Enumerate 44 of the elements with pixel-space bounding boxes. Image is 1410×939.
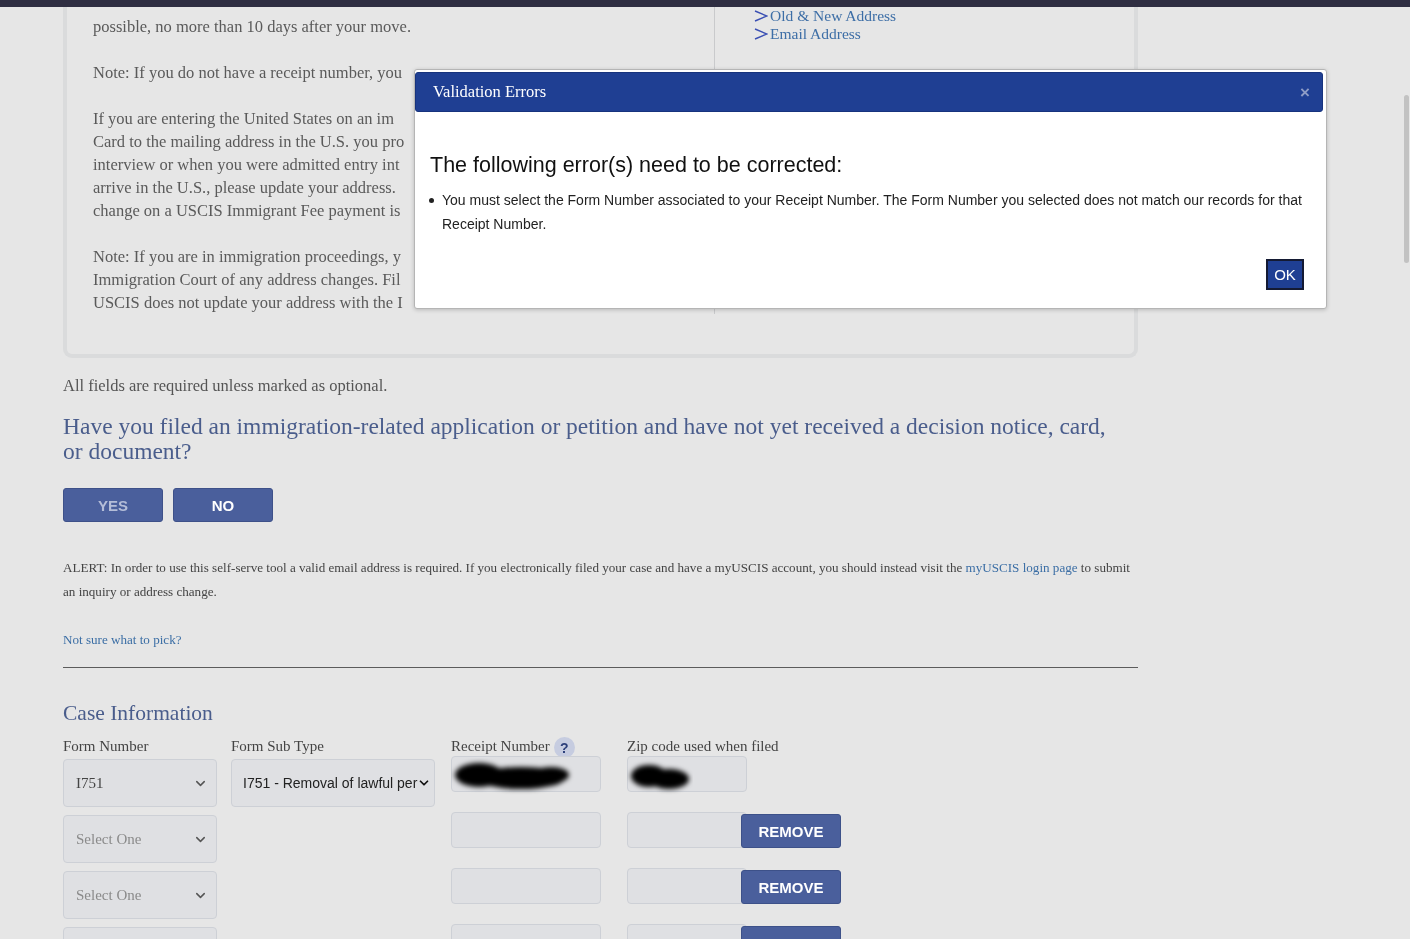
bullet-icon <box>429 198 434 203</box>
ok-button[interactable]: OK <box>1266 259 1304 290</box>
field-label: Receipt Number <box>451 737 550 756</box>
chevron-right-icon <box>754 28 768 40</box>
login-page-link[interactable]: myUSCIS login page <box>965 560 1078 575</box>
field-label: Form Sub Type <box>231 737 324 756</box>
remove-button[interactable]: REMOVE <box>741 814 841 848</box>
receipt-number-field[interactable] <box>451 868 601 904</box>
error-message: You must select the Form Number associated to your Receipt Number. The Form Number you selected does not match our records for that Receipt Number. <box>442 191 1303 234</box>
alert-text: ALERT: In order to use this self-serve tool a valid email address is required. If you electronically filed your case and have a myUSCIS account, you should instead visit the myUSCIS login page to submit an inquiry or address change. <box>63 559 1131 601</box>
field-label: Zip code used when filed <box>627 737 779 756</box>
sidebar-link[interactable]: Email Address <box>754 25 861 43</box>
chevron-right-icon <box>754 10 768 22</box>
info-text-line: Note: If you are in immigration proceedings, y <box>93 246 401 268</box>
info-text-line: possible, no more than 10 days after your move. <box>93 16 411 38</box>
info-text-line: interview or when you were admitted entry int <box>93 154 400 176</box>
form-number-select[interactable]: I751 <box>63 759 217 807</box>
sidebar-link[interactable]: Old & New Address <box>754 7 897 25</box>
answer-button[interactable]: YES <box>63 488 163 522</box>
info-text-line: USCIS does not update your address with the I <box>93 292 403 314</box>
zip-code-field[interactable] <box>627 812 747 848</box>
help-icon[interactable]: ? <box>553 737 575 758</box>
section-title: Case Information <box>63 700 213 727</box>
info-text-line: If you are entering the United States on an im <box>93 108 395 130</box>
help-link[interactable]: Not sure what to pick? <box>63 628 182 652</box>
form-number-select[interactable]: Select One <box>63 871 217 919</box>
scrollbar-thumb[interactable] <box>1404 95 1409 263</box>
receipt-number-field[interactable] <box>451 812 601 848</box>
form-number-select[interactable]: Select One <box>63 815 217 863</box>
dialog-title: Validation Errors <box>433 82 547 102</box>
info-text-line: Card to the mailing address in the U.S. you pro <box>93 131 405 153</box>
info-text-line: change on a USCIS Immigrant Fee payment is <box>93 200 401 222</box>
answer-button[interactable]: NO <box>173 488 273 522</box>
form-sub-type-select[interactable]: I751 - Removal of lawful per <box>231 759 435 807</box>
required-fields-note: All fields are required unless marked as optional. <box>63 375 388 397</box>
info-text-line: Immigration Court of any address changes. Fil <box>93 269 401 291</box>
close-button[interactable]: × <box>1300 83 1310 101</box>
question-heading: Have you filed an immigration-related application or petition and have not yet received a decision notice, card, or document? <box>63 414 1107 464</box>
error-heading: The following error(s) need to be corrected: <box>430 152 843 179</box>
zip-code-field[interactable] <box>627 868 747 904</box>
info-text-line: arrive in the U.S., please update your address. <box>93 177 396 199</box>
info-text-line: Note: If you do not have a receipt number, you <box>93 62 403 84</box>
field-label: Form Number <box>63 737 149 756</box>
remove-button[interactable]: REMOVE <box>741 870 841 904</box>
